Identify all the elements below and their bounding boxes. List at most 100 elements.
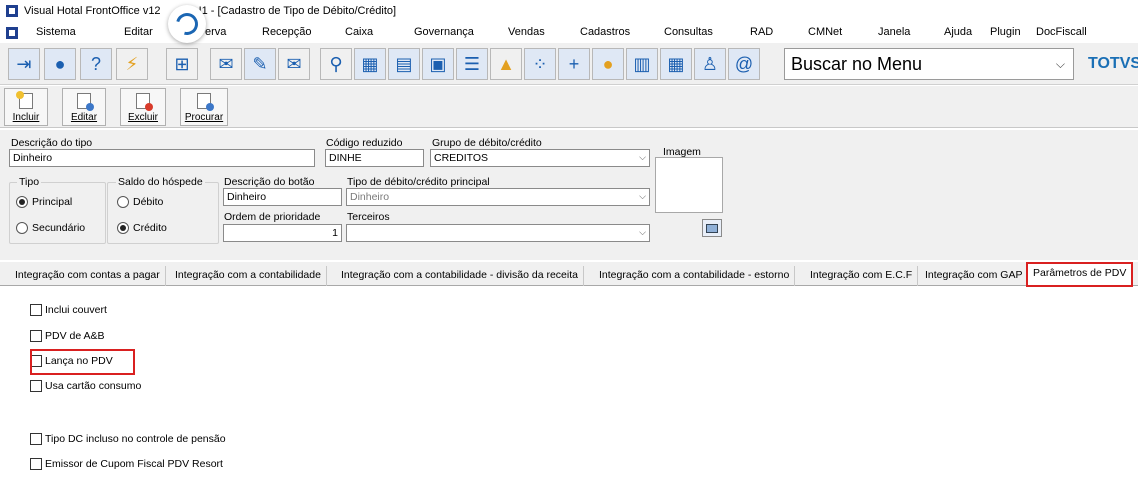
- checkbox-icon: [30, 330, 42, 342]
- refresh-overlay-icon[interactable]: [168, 5, 206, 43]
- tab-contabilidade[interactable]: Integração com a contabilidade: [170, 266, 327, 286]
- users-group-icon[interactable]: ●: [592, 48, 624, 80]
- excluir-button[interactable]: Excluir: [120, 88, 166, 126]
- menu-docfiscall[interactable]: DocFiscall: [1036, 26, 1087, 38]
- chevron-down-icon[interactable]: ⌵: [1056, 57, 1065, 72]
- prioridade-label: Ordem de prioridade: [224, 211, 321, 223]
- app-icon: [6, 5, 18, 17]
- window-title-right: I1 - [Cadastro de Tipo de Débito/Crédito…: [198, 5, 397, 17]
- grupo-value: CREDITOS: [434, 152, 489, 164]
- menu-search-value: Buscar no Menu: [791, 53, 923, 74]
- menu-sistema[interactable]: Sistema: [36, 26, 76, 38]
- saldo-debito-label: Débito: [133, 196, 164, 208]
- menu-search-combo[interactable]: Buscar no Menu ⌵: [784, 48, 1074, 80]
- main-toolbar: ⇥ ● ? ⚡ ⊞ ✉ ✎ ✉ ⚲ ▦ ▤ ▣ ☰ ▲ ⁘ + ● ▥ ▦ ♙ …: [0, 43, 1138, 85]
- mail-icon[interactable]: ✉: [210, 48, 242, 80]
- reports-icon[interactable]: ▥: [626, 48, 658, 80]
- checkbox-label: Inclui couvert: [45, 304, 107, 316]
- menu-recepcao[interactable]: Recepção: [262, 26, 312, 38]
- codigo-label: Código reduzido: [326, 137, 403, 149]
- checkbox-icon: [30, 458, 42, 470]
- bell-icon[interactable]: ▲: [490, 48, 522, 80]
- grupo-select[interactable]: CREDITOS ⌵: [430, 149, 650, 167]
- radio-unchecked-icon: [117, 196, 129, 208]
- image-load-button[interactable]: [702, 219, 722, 237]
- descricao-input[interactable]: Dinheiro: [9, 149, 315, 167]
- checkbox-emissor-cupom[interactable]: Emissor de Cupom Fiscal PDV Resort: [30, 458, 223, 470]
- menu-cadastros[interactable]: Cadastros: [580, 26, 630, 38]
- menu-vendas[interactable]: Vendas: [508, 26, 545, 38]
- botao-input[interactable]: Dinheiro: [223, 188, 342, 206]
- checkbox-icon: [30, 380, 42, 392]
- menu-governanca[interactable]: Governança: [414, 26, 474, 38]
- tab-contas-a-pagar[interactable]: Integração com contas a pagar: [10, 266, 166, 286]
- checkbox-label: PDV de A&B: [45, 330, 105, 342]
- menu-rad[interactable]: RAD: [750, 26, 773, 38]
- saldo-debito-radio[interactable]: Débito: [117, 196, 163, 208]
- radio-checked-icon: [117, 222, 129, 234]
- tipo-principal-select[interactable]: Dinheiro ⌵: [346, 188, 650, 206]
- menu-editar[interactable]: Editar: [124, 26, 153, 38]
- incluir-button[interactable]: Incluir: [4, 88, 48, 126]
- menu-consultas[interactable]: Consultas: [664, 26, 713, 38]
- incluir-label: Incluir: [12, 112, 40, 123]
- delete-doc-icon: [136, 93, 153, 111]
- radio-unchecked-icon: [16, 222, 28, 234]
- menu-ajuda[interactable]: Ajuda: [944, 26, 972, 38]
- register-icon[interactable]: ▦: [660, 48, 692, 80]
- tipo-principal-label: Principal: [32, 196, 73, 208]
- tipo-secundario-radio[interactable]: Secundário: [16, 222, 85, 234]
- user-key-icon[interactable]: ●: [44, 48, 76, 80]
- chevron-down-icon[interactable]: ⌵: [639, 227, 646, 238]
- menu-plugin[interactable]: Plugin: [990, 26, 1021, 38]
- tab-contabilidade-estorno[interactable]: Integração com a contabilidade - estorno: [594, 266, 796, 286]
- saldo-group: [107, 182, 219, 244]
- menu-reserva[interactable]: erva: [205, 26, 226, 38]
- tipo-principal-radio[interactable]: Principal: [16, 196, 72, 208]
- prioridade-input[interactable]: 1: [223, 224, 342, 242]
- procurar-button[interactable]: Procurar: [180, 88, 228, 126]
- tab-parametros-pdv[interactable]: Parâmetros de PDV: [1026, 262, 1134, 287]
- calendar-icon[interactable]: ▦: [354, 48, 386, 80]
- saldo-credito-radio[interactable]: Crédito: [117, 222, 167, 234]
- tab-strip: Integração com contas a pagar Integração…: [0, 262, 1138, 287]
- rooms-icon[interactable]: ▤: [388, 48, 420, 80]
- chevron-down-icon[interactable]: ⌵: [639, 152, 646, 163]
- checkbox-inclui-couvert[interactable]: Inclui couvert: [30, 304, 107, 316]
- search-icon[interactable]: ⚲: [320, 48, 352, 80]
- saldo-label: Saldo do hóspede: [116, 176, 205, 188]
- add-user-icon[interactable]: +: [558, 48, 590, 80]
- chevron-down-icon[interactable]: ⌵: [639, 191, 646, 202]
- send-mail-icon[interactable]: ✉: [278, 48, 310, 80]
- checkbox-tipo-dc-pensao[interactable]: Tipo DC incluso no controle de pensão: [30, 433, 226, 445]
- help-icon[interactable]: ?: [80, 48, 112, 80]
- guest-list-icon[interactable]: ☰: [456, 48, 488, 80]
- menu-cmnet[interactable]: CMNet: [808, 26, 842, 38]
- checkbox-label: Usa cartão consumo: [45, 380, 142, 392]
- edit-form-icon[interactable]: ✎: [244, 48, 276, 80]
- checkbox-pdv-ab[interactable]: PDV de A&B: [30, 330, 105, 342]
- editar-button[interactable]: Editar: [62, 88, 106, 126]
- concierge-icon[interactable]: ♙: [694, 48, 726, 80]
- network-icon[interactable]: ⊞: [166, 48, 198, 80]
- checkbox-usa-cartao[interactable]: Usa cartão consumo: [30, 380, 141, 392]
- tipo-label: Tipo: [17, 176, 42, 188]
- menu-caixa[interactable]: Caixa: [345, 26, 373, 38]
- at-icon[interactable]: @: [728, 48, 760, 80]
- editar-label: Editar: [70, 112, 98, 123]
- tab-gap[interactable]: Integração com GAP: [920, 266, 1029, 286]
- tab-contabilidade-divisao[interactable]: Integração com a contabilidade - divisão…: [336, 266, 584, 286]
- exit-icon[interactable]: ⇥: [8, 48, 40, 80]
- menu-app-icon[interactable]: [6, 27, 18, 39]
- action-bar: Incluir Editar Excluir Procurar: [0, 86, 1138, 128]
- edit-doc-icon: [77, 93, 94, 111]
- menu-janela[interactable]: Janela: [878, 26, 910, 38]
- monitor-icon: [706, 223, 718, 233]
- footprints-icon[interactable]: ⁘: [524, 48, 556, 80]
- terceiros-select[interactable]: ⌵: [346, 224, 650, 242]
- room-status-icon[interactable]: ▣: [422, 48, 454, 80]
- new-doc-icon: [16, 91, 33, 109]
- tab-ecf[interactable]: Integração com E.C.F: [805, 266, 919, 286]
- lightning-icon[interactable]: ⚡: [116, 48, 148, 80]
- codigo-input[interactable]: DINHE: [325, 149, 424, 167]
